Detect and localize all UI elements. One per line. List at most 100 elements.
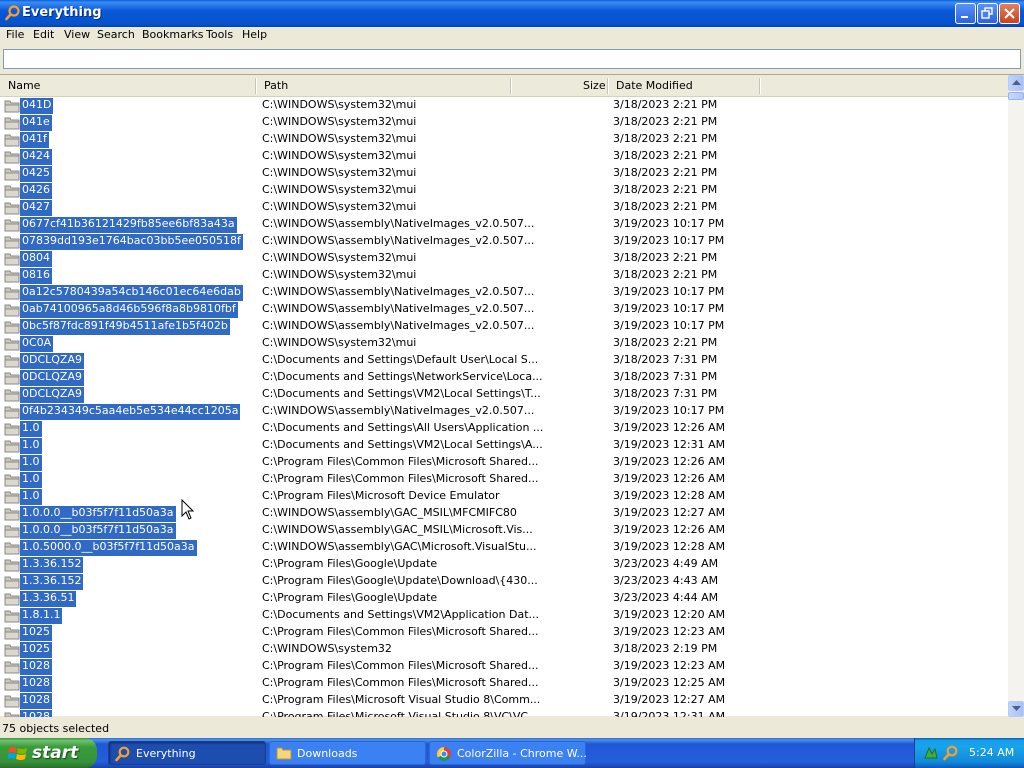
list-item[interactable]: 0677cf41b36121429fb85ee6bf83a43a C:\WINDO… [0,217,1008,234]
list-item[interactable]: 1.3.36.152 C:\Program Files\Google\Update… [0,574,1008,591]
menu-search[interactable]: Search [97,28,135,41]
list-item[interactable]: 0816 C:\WINDOWS\system32\mui 3/18/2023 2:2… [0,268,1008,285]
item-date-modified: 3/19/2023 12:27 AM [613,506,726,519]
list-item[interactable]: 1028 C:\Program Files\Common Files\Micros… [0,659,1008,676]
item-date-modified: 3/18/2023 2:21 PM [613,98,718,111]
column-header-date-modified[interactable]: Date Modified [616,79,693,92]
start-button[interactable]: start [0,738,97,768]
menu-edit[interactable]: Edit [33,28,54,41]
folder-icon [4,406,20,419]
item-date-modified: 3/19/2023 12:28 AM [613,540,726,553]
list-item[interactable]: 0424 C:\WINDOWS\system32\mui 3/18/2023 2:2… [0,149,1008,166]
list-item[interactable]: 0ab74100965a8d46b596f8a8b9810fbf C:\WINDO… [0,302,1008,319]
close-button[interactable] [999,3,1020,24]
column-header-path[interactable]: Path [264,79,288,92]
list-item[interactable]: 1028 C:\Program Files\Common Files\Micros… [0,676,1008,693]
list-item[interactable]: 1.0 C:\Program Files\Common Files\Microso… [0,455,1008,472]
list-item[interactable]: 0804 C:\WINDOWS\system32\mui 3/18/2023 2:2… [0,251,1008,268]
folder-icon [4,355,20,368]
taskbar-item-label: ColorZilla - Chrome W... [457,747,587,760]
list-item[interactable]: 1.8.1.1 C:\Documents and Settings\VM2\App… [0,608,1008,625]
folder-icon [4,423,20,436]
taskbar-item-label: Everything [136,747,196,760]
column-divider[interactable] [759,78,760,94]
taskbar-item-everything[interactable]: Everything [108,741,266,765]
title-bar[interactable]: Everything [0,0,1024,27]
folder-icon [4,253,20,266]
column-divider[interactable] [255,78,256,94]
item-date-modified: 3/18/2023 2:21 PM [613,183,718,196]
column-header-name[interactable]: Name [8,79,40,92]
list-item[interactable]: 1.0.0.0__b03f5f7f11d50a3a C:\WINDOWS\asse… [0,523,1008,540]
item-path: C:\WINDOWS\system32 [262,642,392,655]
windows-logo-icon [8,747,27,760]
vertical-scrollbar[interactable] [1008,75,1024,717]
folder-icon [4,695,20,708]
clock[interactable]: 5:24 AM [969,746,1014,759]
results-list[interactable]: Name Path Size Date Modified 041D C:\WIND… [0,74,1024,717]
list-item[interactable]: 1.0 C:\Program Files\Microsoft Device Emu… [0,489,1008,506]
list-item[interactable]: 0f4b234349c5aa4eb5e534e44cc1205a C:\WINDO… [0,404,1008,421]
list-item[interactable]: 1028 C:\Program Files\Microsoft Visual St… [0,693,1008,710]
menu-view[interactable]: View [64,28,90,41]
folder-icon [4,576,20,589]
item-date-modified: 3/19/2023 12:31 AM [613,438,726,451]
list-item[interactable]: 0bc5f87fdc891f49b4511afe1b5f402b C:\WINDO… [0,319,1008,336]
list-item[interactable]: 1.0.5000.0__b03f5f7f11d50a3a C:\WINDOWS\a… [0,540,1008,557]
list-item[interactable]: 0427 C:\WINDOWS\system32\mui 3/18/2023 2:2… [0,200,1008,217]
search-input[interactable] [3,49,1021,69]
list-item[interactable]: 0DCLQZA9 C:\Documents and Settings\VM2\Lo… [0,387,1008,404]
list-item[interactable]: 041D C:\WINDOWS\system32\mui 3/18/2023 2:2… [0,98,1008,115]
list-item[interactable]: 0a12c5780439a54cb146c01ec64e6dab C:\WINDO… [0,285,1008,302]
item-date-modified: 3/19/2023 10:17 PM [613,217,725,230]
list-item[interactable]: 1.3.36.152 C:\Program Files\Google\Update… [0,557,1008,574]
list-item[interactable]: 0426 C:\WINDOWS\system32\mui 3/18/2023 2:2… [0,183,1008,200]
list-item[interactable]: 0DCLQZA9 C:\Documents and Settings\Networ… [0,370,1008,387]
list-item[interactable]: 1.0 C:\Program Files\Common Files\Microso… [0,472,1008,489]
item-date-modified: 3/19/2023 10:17 PM [613,285,725,298]
list-item[interactable]: 041f C:\WINDOWS\system32\mui 3/18/2023 2:2… [0,132,1008,149]
menu-file[interactable]: File [6,28,24,41]
item-path: C:\Program Files\Google\Update [262,591,438,604]
column-divider[interactable] [607,78,608,94]
restore-button[interactable] [977,3,998,24]
scroll-up-button[interactable] [1008,75,1024,91]
list-item[interactable]: 1.0 C:\Documents and Settings\All Users\A… [0,421,1008,438]
scroll-thumb[interactable] [1008,92,1024,100]
folder-icon [4,389,20,402]
list-item[interactable]: 1.3.36.51 C:\Program Files\Google\Update 3… [0,591,1008,608]
item-date-modified: 3/18/2023 2:21 PM [613,149,718,162]
folder-icon [4,491,20,504]
column-divider[interactable] [510,78,511,94]
item-path: C:\WINDOWS\assembly\NativeImages_v2.0.50… [262,234,535,247]
taskbar-item-colorzilla[interactable]: ColorZilla - Chrome W... [429,741,587,765]
list-item[interactable]: 0425 C:\WINDOWS\system32\mui 3/18/2023 2:2… [0,166,1008,183]
list-item[interactable]: 1028 C:\Program Files\Microsoft Visual St… [0,710,1008,717]
list-item[interactable]: 0C0A C:\WINDOWS\system32\mui 3/18/2023 2:2… [0,336,1008,353]
folder-icon [4,185,20,198]
folder-icon [4,117,20,130]
network-icon[interactable] [923,745,939,761]
item-date-modified: 3/18/2023 2:21 PM [613,251,718,264]
item-path: C:\WINDOWS\assembly\NativeImages_v2.0.50… [262,302,535,315]
list-item[interactable]: 07839dd193e1764bac03bb5ee050518f C:\WINDO… [0,234,1008,251]
minimize-button[interactable] [955,3,976,24]
folder-icon [4,134,20,147]
item-name: 0424 [20,149,52,165]
menu-tools[interactable]: Tools [206,28,233,41]
item-path: C:\WINDOWS\system32\mui [262,200,417,213]
menu-bookmarks[interactable]: Bookmarks [142,28,203,41]
search-icon[interactable] [943,745,959,761]
taskbar-item-downloads[interactable]: Downloads [269,741,426,765]
list-item[interactable]: 1025 C:\WINDOWS\system32 3/18/2023 2:19 PM [0,642,1008,659]
item-date-modified: 3/19/2023 12:23 AM [613,659,726,672]
list-item[interactable]: 1025 C:\Program Files\Common Files\Micros… [0,625,1008,642]
list-item[interactable]: 041e C:\WINDOWS\system32\mui 3/18/2023 2:2… [0,115,1008,132]
list-item[interactable]: 1.0.0.0__b03f5f7f11d50a3a C:\WINDOWS\asse… [0,506,1008,523]
list-item[interactable]: 0DCLQZA9 C:\Documents and Settings\Defaul… [0,353,1008,370]
menu-help[interactable]: Help [242,28,267,41]
scroll-down-button[interactable] [1008,701,1024,717]
list-item[interactable]: 1.0 C:\Documents and Settings\VM2\Local S… [0,438,1008,455]
item-name: 0a12c5780439a54cb146c01ec64e6dab [20,285,243,301]
column-header-size[interactable]: Size [583,79,606,92]
